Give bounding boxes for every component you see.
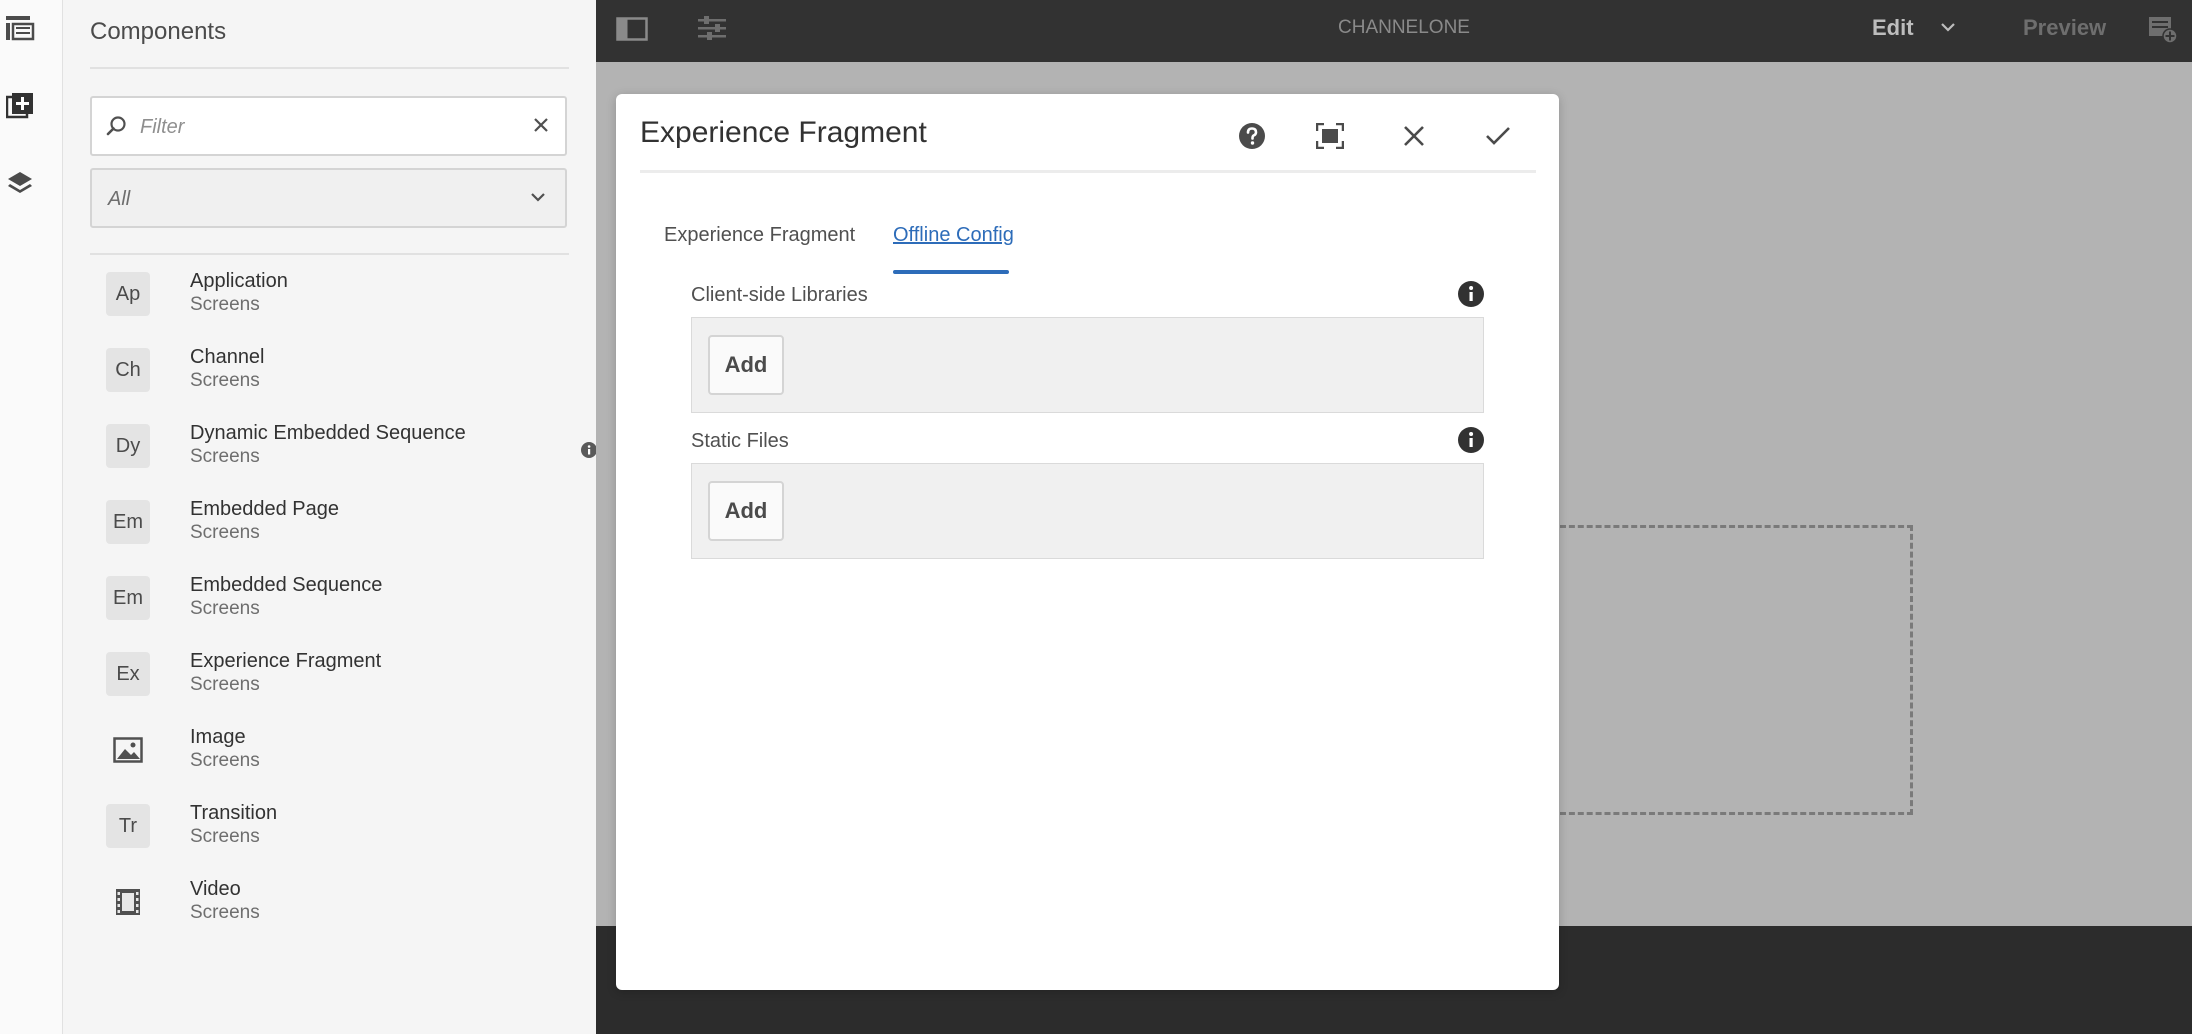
side-rail [0, 0, 63, 1034]
list-item[interactable]: Ap Application Screens [90, 256, 580, 332]
experience-fragment-dialog: Experience Fragment Experience Fragment … [616, 94, 1559, 990]
layers-icon [8, 172, 32, 193]
add-client-library-button[interactable]: Add [708, 335, 784, 395]
clear-filter-icon[interactable] [533, 117, 549, 133]
dialog-title: Experience Fragment [640, 116, 927, 149]
list-item[interactable]: Dy Dynamic Embedded Sequence Screens [90, 408, 597, 484]
content-tree-button[interactable] [0, 163, 40, 203]
component-badge [106, 880, 150, 924]
component-group: Screens [190, 522, 260, 543]
list-item[interactable]: Video Screens [90, 864, 580, 940]
active-tab-indicator [893, 270, 1009, 274]
site-structure-button[interactable] [0, 8, 40, 48]
preview-button[interactable]: Preview [2023, 15, 2106, 41]
component-group: Screens [190, 750, 260, 771]
list-item[interactable]: Tr Transition Screens [90, 788, 580, 864]
list-item[interactable]: Ex Experience Fragment Screens [90, 636, 580, 712]
site-structure-icon [6, 16, 35, 41]
top-toolbar: CHANNELONE Edit Preview [596, 0, 2192, 62]
toggle-side-panel-icon[interactable] [616, 17, 648, 41]
component-group: Screens [190, 446, 260, 467]
component-badge: Ap [106, 272, 150, 316]
list-divider [90, 253, 569, 255]
component-group-select[interactable]: All [90, 168, 567, 228]
list-item[interactable]: Image Screens [90, 712, 580, 788]
component-placeholder[interactable] [1560, 525, 1913, 815]
component-name: Application [190, 270, 288, 292]
annotations-icon[interactable] [2148, 16, 2178, 44]
component-group: Screens [190, 674, 260, 695]
image-icon [113, 737, 143, 763]
client-side-libraries-label: Client-side Libraries [691, 284, 868, 306]
chevron-down-icon [531, 193, 545, 202]
list-item[interactable]: Em Embedded Sequence Screens [90, 560, 580, 636]
page-title: CHANNELONE [1338, 17, 1470, 38]
list-item[interactable]: Em Embedded Page Screens [90, 484, 580, 560]
component-name: Video [190, 878, 241, 900]
info-icon[interactable] [1458, 427, 1484, 453]
component-name: Image [190, 726, 246, 748]
component-name: Dynamic Embedded Sequence [190, 422, 466, 444]
list-item[interactable]: Ch Channel Screens [90, 332, 580, 408]
components-button[interactable] [0, 86, 40, 126]
component-name: Experience Fragment [190, 650, 382, 672]
select-value: All [108, 188, 131, 210]
panel-title: Components [90, 18, 227, 45]
filter-field [90, 96, 567, 156]
add-static-file-button[interactable]: Add [708, 481, 784, 541]
page-properties-icon[interactable] [696, 15, 728, 41]
component-group: Screens [190, 370, 260, 391]
mode-edit-button[interactable]: Edit [1872, 15, 1914, 41]
checkmark-icon [1486, 127, 1510, 145]
help-icon [1239, 123, 1265, 149]
video-icon [116, 889, 140, 915]
chevron-down-icon[interactable] [1941, 22, 1955, 32]
done-button[interactable] [1476, 114, 1520, 158]
component-name: Embedded Sequence [190, 574, 383, 596]
component-group: Screens [190, 294, 260, 315]
component-badge: Dy [106, 424, 150, 468]
tab-offline-config[interactable]: Offline Config [893, 224, 1014, 247]
component-badge: Em [106, 576, 150, 620]
component-group: Screens [190, 598, 260, 619]
close-icon [1404, 126, 1424, 146]
dialog-divider [640, 170, 1536, 173]
info-icon[interactable] [1458, 281, 1484, 307]
info-icon[interactable] [581, 442, 597, 458]
filter-input[interactable] [138, 108, 522, 146]
component-badge: Em [106, 500, 150, 544]
cancel-button[interactable] [1392, 114, 1436, 158]
component-list: Ap Application Screens Ch Channel Screen… [90, 256, 597, 940]
component-name: Transition [190, 802, 278, 824]
tab-experience-fragment[interactable]: Experience Fragment [664, 224, 855, 247]
component-badge: Tr [106, 804, 150, 848]
component-badge [106, 728, 150, 772]
component-badge: Ex [106, 652, 150, 696]
help-button[interactable] [1230, 114, 1274, 158]
component-name: Embedded Page [190, 498, 340, 520]
search-icon [106, 116, 126, 136]
client-side-libraries-multifield: Add [691, 317, 1484, 413]
fullscreen-icon [1316, 123, 1344, 149]
component-badge: Ch [106, 348, 150, 392]
component-group: Screens [190, 826, 260, 847]
add-component-icon [6, 93, 33, 119]
components-panel: Components All Ap Application Screens Ch… [63, 0, 597, 1034]
component-group: Screens [190, 902, 260, 923]
component-name: Channel [190, 346, 265, 368]
fullscreen-button[interactable] [1308, 114, 1352, 158]
panel-divider [90, 67, 569, 69]
static-files-multifield: Add [691, 463, 1484, 559]
static-files-label: Static Files [691, 430, 789, 452]
